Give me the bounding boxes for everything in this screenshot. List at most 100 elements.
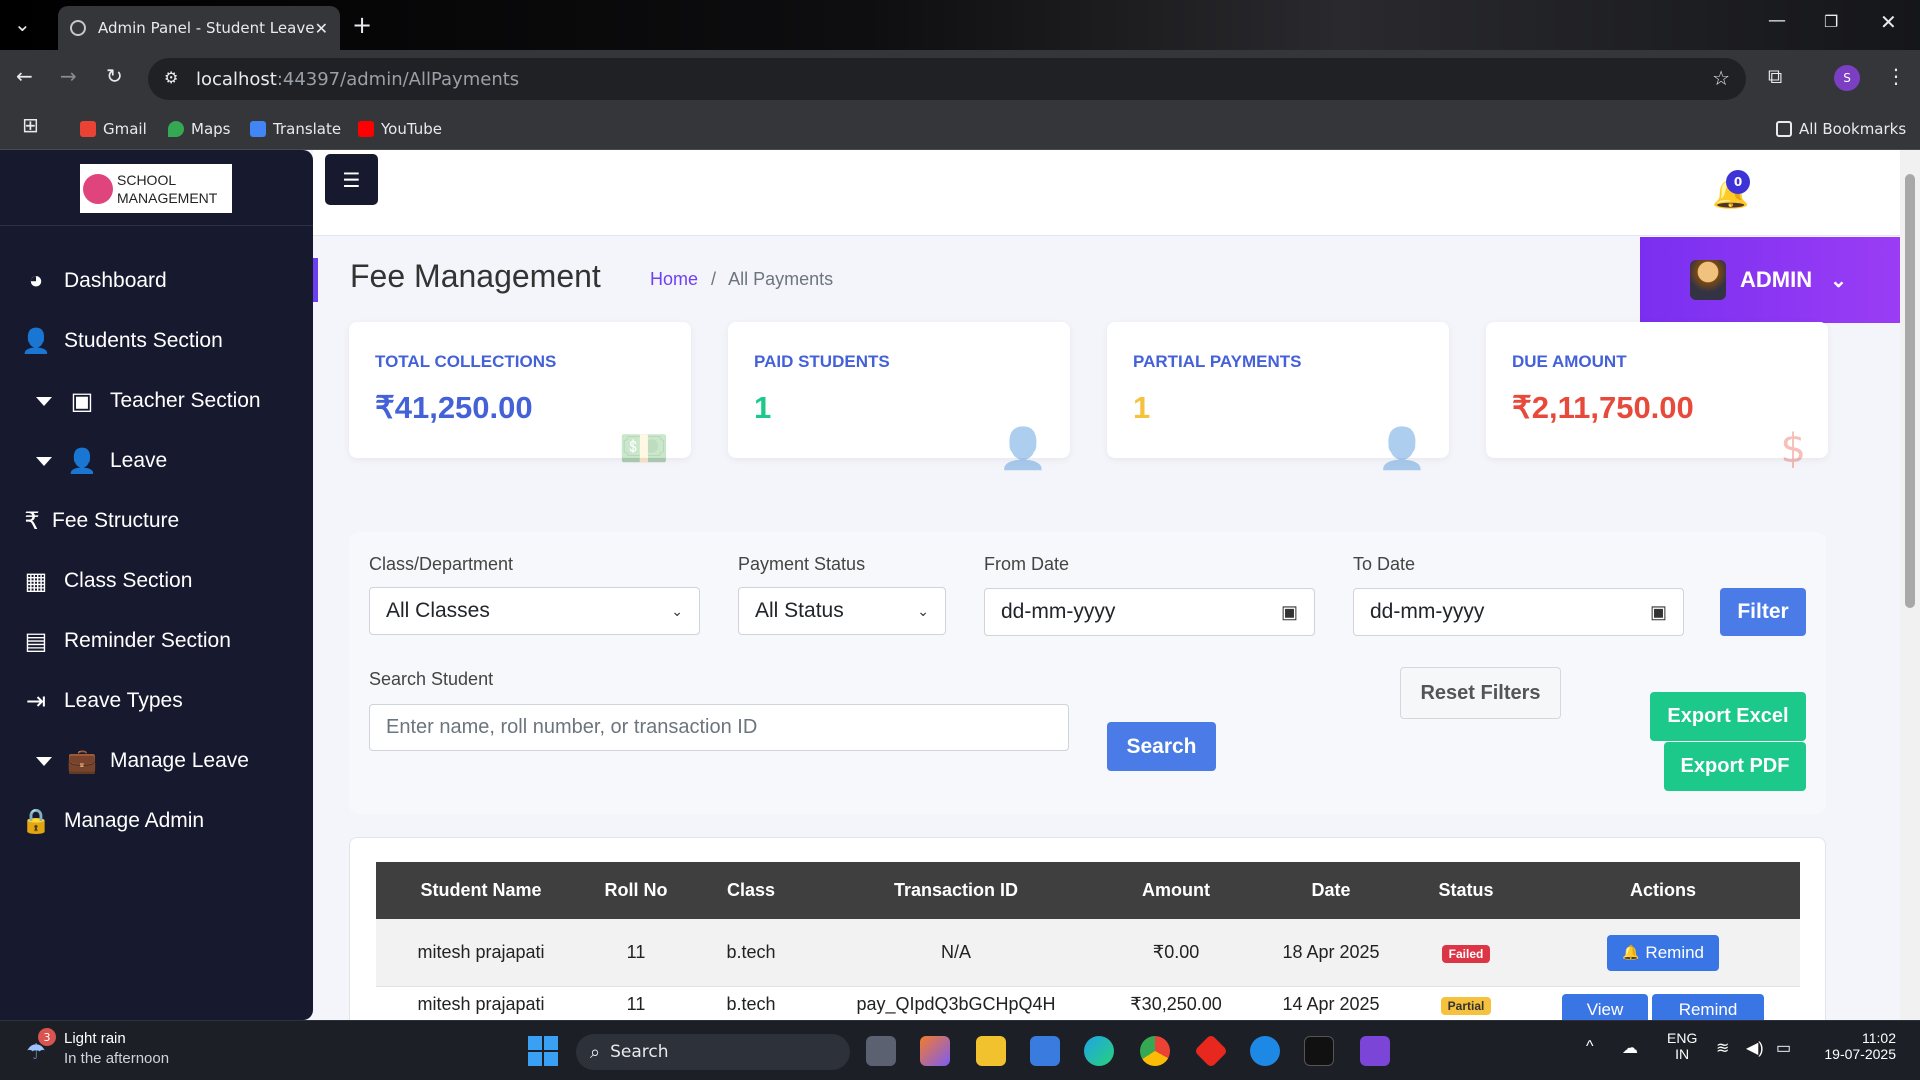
wifi-icon[interactable]: ≋ (1716, 1038, 1729, 1058)
visual-studio-icon[interactable] (1360, 1036, 1390, 1066)
copilot-icon[interactable] (920, 1036, 950, 1066)
sidebar-item-manage-leave[interactable]: 💼 Manage Leave (36, 741, 249, 781)
all-bookmarks[interactable]: All Bookmarks (1776, 115, 1906, 143)
volume-icon[interactable]: ◀) (1746, 1038, 1764, 1058)
weather-subtitle: In the afternoon (64, 1050, 170, 1067)
store-icon[interactable] (1030, 1036, 1060, 1066)
lock-icon: 🔒 (21, 807, 51, 835)
reset-filters-button[interactable]: Reset Filters (1400, 667, 1561, 719)
close-window-icon[interactable]: ✕ (1880, 10, 1897, 34)
close-tab-icon[interactable]: ✕ (315, 19, 328, 38)
sidebar-item-class-section[interactable]: ▦ Class Section (22, 561, 193, 601)
profile-avatar[interactable]: S (1834, 65, 1860, 91)
sidebar-item-dashboard[interactable]: ◕ Dashboard (22, 261, 167, 301)
from-date-placeholder: dd-mm-yyyy (1001, 600, 1116, 623)
browser-tab[interactable]: Admin Panel - Student Leave ✕ (58, 6, 340, 50)
url-host: localhost (196, 68, 277, 90)
filter-button[interactable]: Filter (1720, 588, 1806, 636)
clock-date: 19-07-2025 (1824, 1046, 1896, 1062)
rupee-icon: ₹ (24, 507, 40, 535)
edge-icon[interactable] (1084, 1036, 1114, 1066)
th-status: Status (1438, 880, 1494, 900)
language-code: ENG (1667, 1030, 1698, 1046)
help-icon[interactable] (1250, 1036, 1280, 1066)
school-logo[interactable]: SCHOOL MANAGEMENT (80, 164, 232, 213)
card-label: DUE AMOUNT (1512, 352, 1627, 371)
terminal-icon[interactable] (1304, 1036, 1334, 1066)
taskbar-search[interactable]: ⌕ Search (576, 1034, 850, 1070)
sidebar-item-leave[interactable]: 👤 Leave (36, 441, 167, 481)
back-icon[interactable]: ← (16, 64, 33, 88)
admin-dropdown[interactable]: ADMIN ⌄ (1640, 237, 1902, 323)
from-date-input[interactable]: dd-mm-yyyy ▣ (984, 588, 1315, 636)
hamburger-button[interactable]: ☰ (325, 154, 378, 205)
calendar-icon[interactable]: ▣ (1650, 602, 1667, 623)
search-button[interactable]: Search (1107, 722, 1216, 771)
chrome-icon[interactable] (1140, 1036, 1170, 1066)
card-partial-payments: PARTIAL PAYMENTS 1 👤 (1107, 322, 1449, 472)
logo-line2: MANAGEMENT (117, 189, 218, 206)
clock[interactable]: 11:02 19-07-2025 (1818, 1030, 1896, 1062)
battery-icon[interactable]: ▭ (1776, 1038, 1791, 1058)
language-indicator[interactable]: ENG IN (1667, 1030, 1697, 1062)
status-select[interactable]: All Status ⌄ (738, 587, 946, 635)
card-value: 1 (1133, 390, 1151, 425)
search-label: Search Student (369, 669, 494, 689)
onedrive-icon[interactable]: ☁ (1622, 1038, 1638, 1058)
bookmark-star-icon[interactable]: ☆ (1712, 66, 1730, 90)
sidebar-item-manage-admin[interactable]: 🔒 Manage Admin (21, 801, 204, 841)
new-tab-icon[interactable]: + (352, 11, 372, 39)
minimize-icon[interactable]: — (1768, 10, 1786, 31)
address-bar[interactable]: ⚙ localhost:44397/admin/AllPayments ☆ (148, 58, 1746, 100)
weather-title[interactable]: Light rain (64, 1030, 126, 1047)
bookmark-translate[interactable]: Translate (250, 115, 341, 143)
file-explorer-icon[interactable] (976, 1036, 1006, 1066)
sidebar-item-fee-structure[interactable]: ₹ Fee Structure (22, 501, 179, 541)
task-view-icon[interactable] (866, 1036, 896, 1066)
apps-grid-icon[interactable]: ⊞ (22, 113, 39, 137)
status-badge: Partial (1440, 997, 1492, 1015)
breadcrumb-home-link[interactable]: Home (650, 269, 698, 289)
filter-panel (349, 532, 1826, 814)
th-actions: Actions (1629, 880, 1696, 900)
to-date-label: To Date (1353, 554, 1416, 574)
cell-amount: ₹30,250.00 (1130, 994, 1222, 1014)
sidebar-item-students[interactable]: 👤 Students Section (21, 321, 223, 361)
sidebar-item-reminder[interactable]: ▤ Reminder Section (22, 621, 231, 661)
export-pdf-button[interactable]: Export PDF (1664, 742, 1806, 791)
class-select-value: All Classes (386, 599, 490, 622)
restore-icon[interactable]: ❐ (1824, 12, 1838, 31)
search-input[interactable]: Enter name, roll number, or transaction … (369, 704, 1069, 751)
class-select[interactable]: All Classes ⌄ (369, 587, 700, 635)
export-excel-button[interactable]: Export Excel (1650, 692, 1806, 741)
bookmark-youtube[interactable]: YouTube (358, 115, 442, 143)
menu-dots-icon[interactable]: ⋮ (1886, 64, 1906, 88)
page-title: Fee Management (350, 258, 601, 294)
user-clock-icon: 👤 (1377, 426, 1427, 472)
extensions-icon[interactable]: ⧉ (1768, 64, 1782, 88)
folder-icon (1776, 121, 1792, 137)
tab-search-icon[interactable]: ⌄ (14, 12, 31, 36)
to-date-input[interactable]: dd-mm-yyyy ▣ (1353, 588, 1684, 636)
admin-label: ADMIN (1740, 267, 1813, 292)
sidebar-item-leave-types[interactable]: ⇥ Leave Types (22, 681, 183, 721)
calendar-icon: ▤ (24, 627, 48, 655)
reload-icon[interactable]: ↻ (106, 64, 123, 88)
notification-badge: 0 (1726, 170, 1750, 194)
sidebar-item-teacher[interactable]: ▣ Teacher Section (36, 381, 261, 421)
scrollbar-thumb[interactable] (1905, 174, 1915, 608)
calendar-icon[interactable]: ▣ (1281, 602, 1298, 623)
briefcase-icon: 💼 (67, 747, 97, 775)
breadcrumb-separator: / (711, 269, 717, 289)
remind-button[interactable]: 🔔 Remind (1607, 934, 1719, 971)
site-info-icon[interactable]: ⚙ (164, 68, 178, 87)
windows-start-icon[interactable] (528, 1036, 558, 1066)
bookmark-maps[interactable]: Maps (168, 115, 230, 143)
admin-avatar (1690, 260, 1726, 300)
bookmark-gmail[interactable]: Gmail (80, 115, 147, 143)
user-icon: 👤 (67, 447, 97, 475)
sidebar-divider (0, 225, 313, 226)
cell-name: mitesh prajapati (417, 942, 545, 962)
tray-chevron-up-icon[interactable]: ^ (1586, 1038, 1594, 1056)
forward-icon[interactable]: → (60, 64, 77, 88)
